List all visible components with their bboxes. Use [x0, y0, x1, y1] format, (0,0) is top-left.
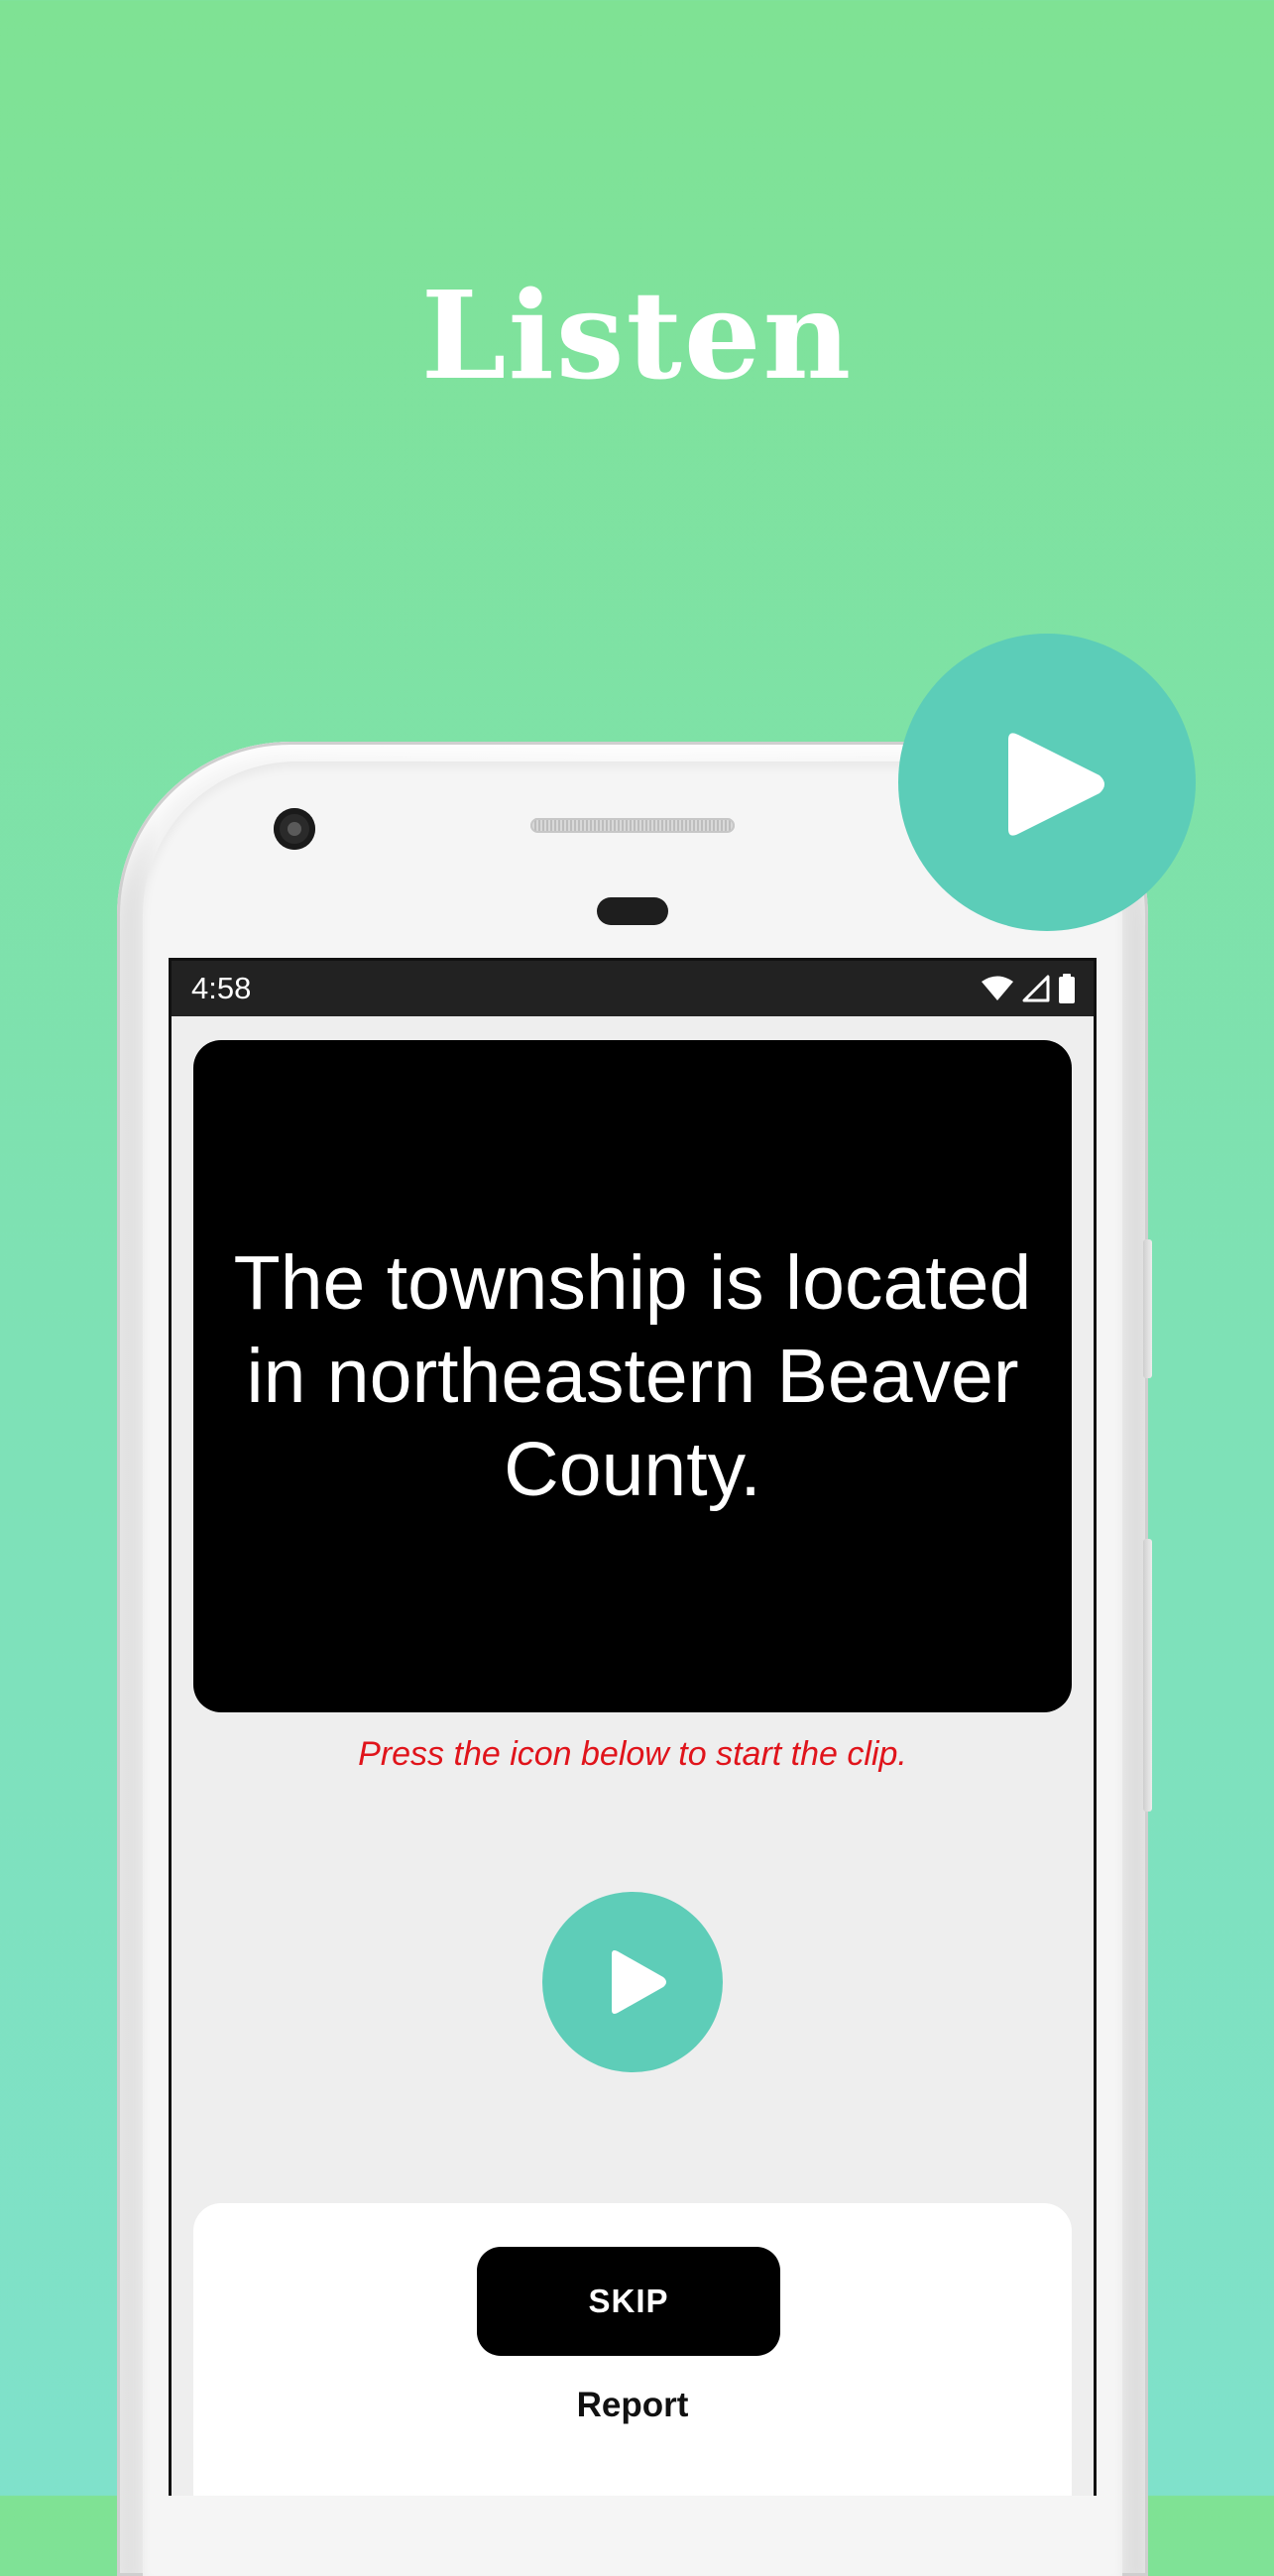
- battery-icon: [1058, 974, 1076, 1003]
- skip-button[interactable]: SKIP: [477, 2247, 780, 2356]
- status-bar: 4:58: [172, 961, 1094, 1016]
- cell-signal-icon: [1022, 975, 1050, 1002]
- action-panel: SKIP Report: [193, 2203, 1072, 2496]
- report-link[interactable]: Report: [193, 2384, 1072, 2427]
- phone-screen: 4:58 The township is located in northeas…: [169, 958, 1097, 2496]
- promo-title: Listen: [420, 264, 854, 407]
- status-time: 4:58: [191, 971, 252, 1005]
- play-badge: [898, 634, 1196, 931]
- earpiece-speaker: [530, 818, 735, 833]
- wifi-icon: [981, 976, 1014, 1001]
- status-icons: [981, 973, 1076, 1004]
- play-clip-button[interactable]: [542, 1892, 723, 2072]
- proximity-sensor: [597, 897, 668, 925]
- front-camera: [274, 808, 315, 850]
- sentence-card: The township is located in northeastern …: [193, 1040, 1072, 1712]
- phone-side-button-lower: [1143, 1539, 1152, 1812]
- sentence-text: The township is located in northeastern …: [233, 1240, 1032, 1512]
- clip-hint: Press the icon below to start the clip.: [358, 1735, 907, 1773]
- phone-side-button-upper: [1143, 1239, 1152, 1378]
